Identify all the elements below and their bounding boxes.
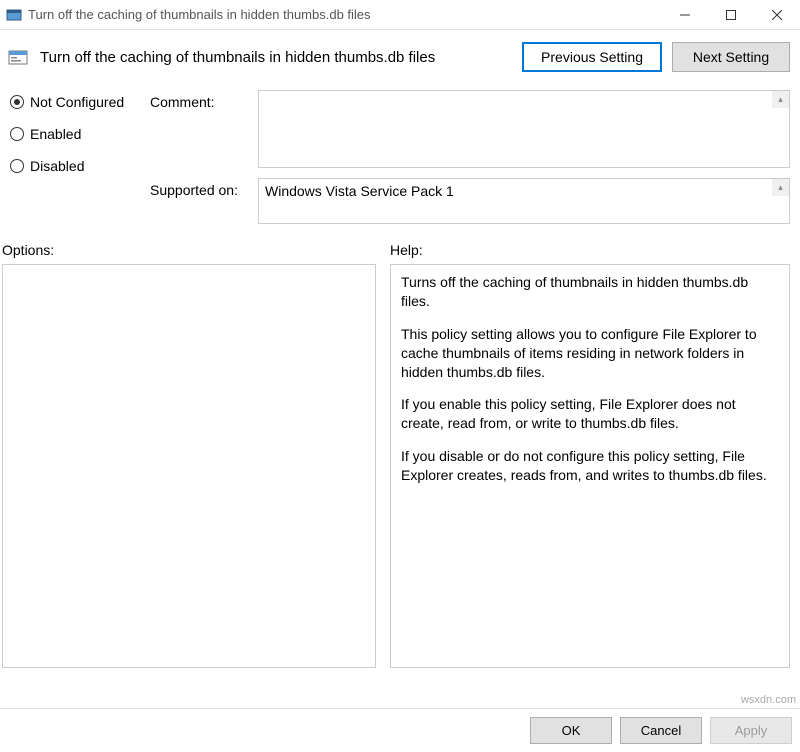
radio-disabled[interactable]: Disabled xyxy=(10,158,140,174)
close-button[interactable] xyxy=(754,0,800,29)
header: Turn off the caching of thumbnails in hi… xyxy=(0,30,800,84)
radio-indicator xyxy=(10,159,24,173)
maximize-button[interactable] xyxy=(708,0,754,29)
state-radio-group: Not Configured Enabled Disabled xyxy=(10,90,140,224)
scroll-up-icon[interactable]: ▴ xyxy=(772,91,789,108)
config-area: Not Configured Enabled Disabled Comment:… xyxy=(0,84,800,224)
policy-large-icon xyxy=(8,47,28,67)
comment-row: Comment: ▴ xyxy=(150,90,790,168)
fields-column: Comment: ▴ Supported on: Windows Vista S… xyxy=(150,90,790,224)
help-paragraph: This policy setting allows you to config… xyxy=(401,325,779,382)
radio-enabled[interactable]: Enabled xyxy=(10,126,140,142)
radio-indicator xyxy=(10,95,24,109)
previous-setting-button[interactable]: Previous Setting xyxy=(522,42,662,72)
help-label: Help: xyxy=(390,242,790,258)
window-title: Turn off the caching of thumbnails in hi… xyxy=(28,7,662,22)
comment-input[interactable]: ▴ xyxy=(258,90,790,168)
next-setting-button[interactable]: Next Setting xyxy=(672,42,790,72)
radio-label: Enabled xyxy=(30,126,81,142)
help-paragraph: Turns off the caching of thumbnails in h… xyxy=(401,273,779,311)
radio-label: Disabled xyxy=(30,158,84,174)
section-labels: Options: Help: xyxy=(0,224,800,264)
titlebar: Turn off the caching of thumbnails in hi… xyxy=(0,0,800,30)
policy-icon xyxy=(6,7,22,23)
footer: OK Cancel Apply xyxy=(0,708,800,752)
ok-button[interactable]: OK xyxy=(530,717,612,744)
supported-value: Windows Vista Service Pack 1 xyxy=(265,183,454,199)
options-label: Options: xyxy=(2,242,390,258)
scroll-up-icon[interactable]: ▴ xyxy=(772,179,789,196)
supported-box: Windows Vista Service Pack 1 ▴ xyxy=(258,178,790,224)
apply-button[interactable]: Apply xyxy=(710,717,792,744)
watermark: wsxdn.com xyxy=(741,694,796,706)
radio-label: Not Configured xyxy=(30,94,124,110)
options-pane xyxy=(2,264,376,668)
supported-row: Supported on: Windows Vista Service Pack… xyxy=(150,178,790,224)
supported-label: Supported on: xyxy=(150,178,250,224)
radio-indicator xyxy=(10,127,24,141)
minimize-button[interactable] xyxy=(662,0,708,29)
cancel-button[interactable]: Cancel xyxy=(620,717,702,744)
comment-label: Comment: xyxy=(150,90,250,168)
policy-title: Turn off the caching of thumbnails in hi… xyxy=(40,49,512,66)
help-paragraph: If you disable or do not configure this … xyxy=(401,447,779,485)
panes: Turns off the caching of thumbnails in h… xyxy=(0,264,800,668)
help-pane: Turns off the caching of thumbnails in h… xyxy=(390,264,790,668)
radio-not-configured[interactable]: Not Configured xyxy=(10,94,140,110)
window-controls xyxy=(662,0,800,29)
help-paragraph: If you enable this policy setting, File … xyxy=(401,395,779,433)
